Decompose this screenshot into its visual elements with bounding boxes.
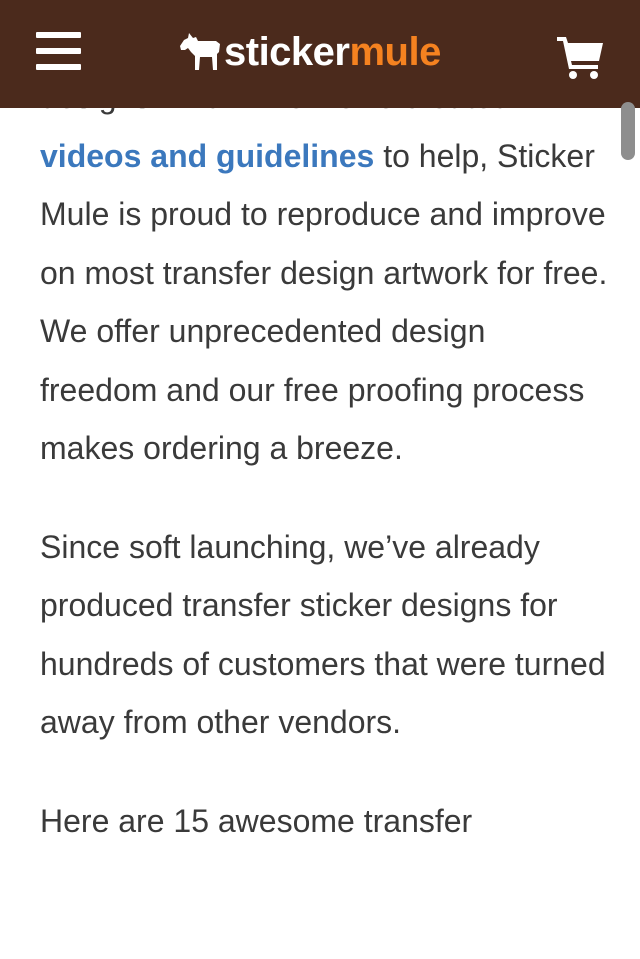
- paragraph-1: designs. And while we've created videos …: [40, 68, 610, 478]
- shopping-cart-icon[interactable]: [556, 34, 606, 80]
- logo-text-sticker: sticker: [224, 29, 350, 74]
- videos-and-guidelines-link[interactable]: videos and guidelines: [40, 138, 374, 174]
- mule-icon: [180, 33, 220, 70]
- top-navigation-bar: sticker mule: [0, 0, 640, 108]
- paragraph-1-text-end: to help, Sticker Mule is proud to reprod…: [40, 137, 608, 467]
- logo-text-mule: mule: [349, 29, 441, 74]
- paragraph-3: Here are 15 awesome transfer: [40, 802, 473, 839]
- stickermule-logo[interactable]: sticker mule: [178, 26, 441, 78]
- paragraph-2: Since soft launching, we’ve already prod…: [40, 528, 606, 741]
- hamburger-menu-icon[interactable]: [36, 30, 82, 74]
- scrollbar[interactable]: [621, 102, 635, 160]
- article-body: designs. And while we've created videos …: [40, 68, 610, 890]
